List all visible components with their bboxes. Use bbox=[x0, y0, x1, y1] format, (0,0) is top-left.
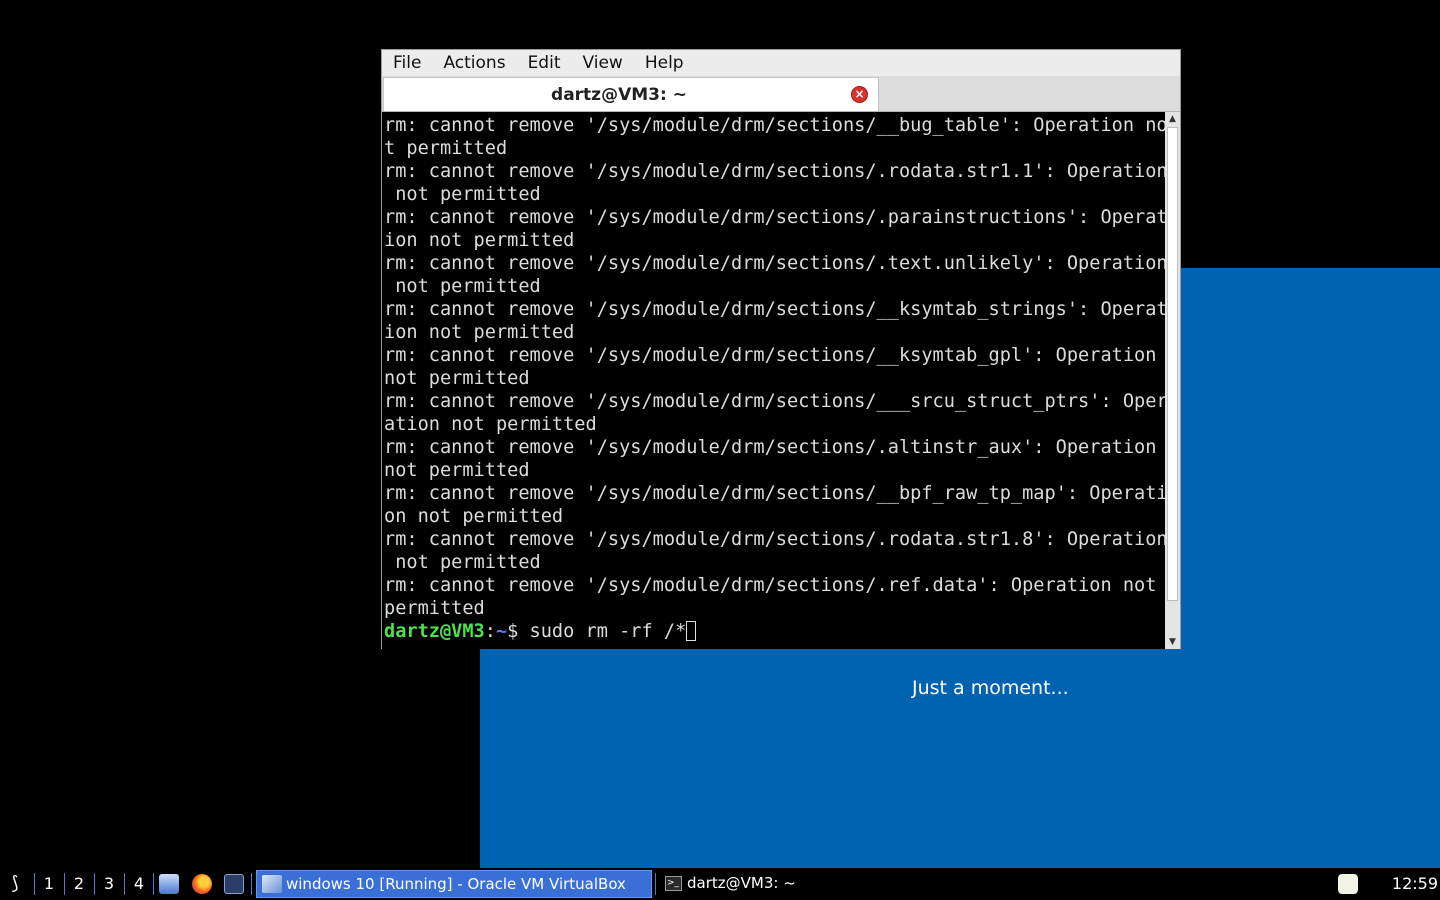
separator bbox=[34, 873, 35, 895]
file-manager-icon[interactable] bbox=[159, 874, 179, 894]
terminal-tabbar: dartz@VM3: ~ × bbox=[382, 76, 1180, 112]
separator bbox=[655, 873, 656, 895]
prompt-symbol: $ bbox=[507, 621, 530, 642]
output-line: rm: cannot remove '/sys/module/drm/secti… bbox=[384, 529, 1165, 550]
guest-loading-text: Just a moment... bbox=[912, 677, 1069, 699]
tab-title: dartz@VM3: ~ bbox=[551, 85, 687, 105]
virtualbox-icon bbox=[262, 875, 282, 893]
scroll-down-arrow-icon[interactable]: ▼ bbox=[1165, 635, 1180, 649]
output-line: ion not permitted bbox=[384, 230, 575, 251]
output-line: not permitted bbox=[384, 184, 541, 205]
separator bbox=[124, 873, 125, 895]
start-menu-icon[interactable]: ⟆ bbox=[3, 873, 27, 895]
tab-close-icon[interactable]: × bbox=[851, 86, 868, 103]
terminal-window[interactable]: File Actions Edit View Help dartz@VM3: ~… bbox=[381, 49, 1181, 649]
scrollbar-thumb[interactable] bbox=[1167, 127, 1178, 601]
terminal-output-area[interactable]: rm: cannot remove '/sys/module/drm/secti… bbox=[382, 112, 1165, 649]
output-line: on not permitted bbox=[384, 506, 564, 527]
taskbar-item-virtualbox[interactable]: windows 10 [Running] - Oracle VM Virtual… bbox=[256, 870, 652, 898]
output-line: rm: cannot remove '/sys/module/drm/secti… bbox=[384, 483, 1165, 504]
workspace-1-button[interactable]: 1 bbox=[37, 868, 61, 900]
menu-help[interactable]: Help bbox=[634, 50, 695, 76]
separator bbox=[94, 873, 95, 895]
output-line: ation not permitted bbox=[384, 414, 597, 435]
output-line: rm: cannot remove '/sys/module/drm/secti… bbox=[384, 437, 1157, 458]
menu-actions[interactable]: Actions bbox=[432, 50, 516, 76]
command-input[interactable]: sudo rm -rf /* bbox=[530, 621, 687, 642]
taskbar-item-label: windows 10 [Running] - Oracle VM Virtual… bbox=[286, 875, 626, 893]
taskbar: ⟆ 1 2 3 4 windows 10 [Running] - Oracle … bbox=[0, 868, 1440, 900]
terminal-scrollbar[interactable]: ▲ ▼ bbox=[1165, 112, 1180, 649]
output-line: rm: cannot remove '/sys/module/drm/secti… bbox=[384, 161, 1165, 182]
prompt-user-host: dartz@VM3 bbox=[384, 621, 485, 642]
separator bbox=[64, 873, 65, 895]
menu-edit[interactable]: Edit bbox=[517, 50, 572, 76]
separator bbox=[251, 873, 252, 895]
terminal-tab[interactable]: dartz@VM3: ~ × bbox=[383, 77, 879, 111]
terminal-launcher-icon[interactable] bbox=[224, 874, 244, 894]
output-line: rm: cannot remove '/sys/module/drm/secti… bbox=[384, 575, 1157, 596]
output-line: ion not permitted bbox=[384, 322, 575, 343]
output-line: rm: cannot remove '/sys/module/drm/secti… bbox=[384, 115, 1165, 136]
clipboard-icon[interactable] bbox=[1338, 874, 1358, 894]
scroll-up-arrow-icon[interactable]: ▲ bbox=[1165, 112, 1180, 126]
output-line: not permitted bbox=[384, 460, 530, 481]
firefox-icon[interactable] bbox=[192, 874, 212, 894]
terminal-output: rm: cannot remove '/sys/module/drm/secti… bbox=[384, 114, 1165, 643]
output-line: rm: cannot remove '/sys/module/drm/secti… bbox=[384, 207, 1165, 228]
prompt-path: ~ bbox=[495, 621, 508, 642]
text-cursor bbox=[686, 621, 697, 641]
output-line: not permitted bbox=[384, 552, 541, 573]
output-line: rm: cannot remove '/sys/module/drm/secti… bbox=[384, 345, 1157, 366]
prompt-separator: : bbox=[484, 621, 496, 642]
workspace-4-button[interactable]: 4 bbox=[127, 868, 151, 900]
clock[interactable]: 12:59 bbox=[1380, 868, 1438, 900]
output-line: rm: cannot remove '/sys/module/drm/secti… bbox=[384, 253, 1165, 274]
output-line: not permitted bbox=[384, 368, 530, 389]
terminal-icon: >_ bbox=[665, 876, 682, 891]
desktop: Just a moment... File Actions Edit View … bbox=[0, 0, 1440, 900]
output-line: t permitted bbox=[384, 138, 508, 159]
output-line: not permitted bbox=[384, 276, 541, 297]
separator bbox=[153, 873, 154, 895]
taskbar-item-label: dartz@VM3: ~ bbox=[687, 874, 796, 892]
output-line: rm: cannot remove '/sys/module/drm/secti… bbox=[384, 299, 1165, 320]
taskbar-item-terminal[interactable]: >_ dartz@VM3: ~ bbox=[660, 870, 860, 898]
prompt-line[interactable]: dartz@VM3:~$ sudo rm -rf /* bbox=[384, 621, 697, 642]
output-line: rm: cannot remove '/sys/module/drm/secti… bbox=[384, 391, 1165, 412]
output-line: permitted bbox=[384, 598, 485, 619]
menu-file[interactable]: File bbox=[382, 50, 432, 76]
workspace-3-button[interactable]: 3 bbox=[97, 868, 121, 900]
menu-view[interactable]: View bbox=[571, 50, 633, 76]
terminal-menubar: File Actions Edit View Help bbox=[382, 50, 1180, 76]
workspace-2-button[interactable]: 2 bbox=[67, 868, 91, 900]
